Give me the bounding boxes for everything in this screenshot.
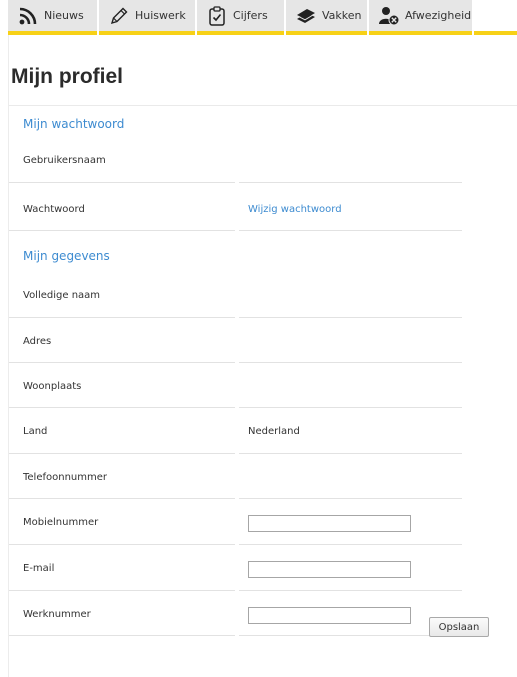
row-divider bbox=[9, 362, 235, 363]
work-number-input[interactable] bbox=[248, 607, 411, 624]
work-number-label: Werknummer bbox=[23, 609, 91, 620]
row-divider bbox=[9, 590, 235, 591]
tab-afwezigheid[interactable]: Afwezigheid bbox=[369, 0, 472, 35]
user-absent-icon bbox=[378, 5, 400, 27]
change-password-link[interactable]: Wijzig wachtwoord bbox=[248, 204, 342, 215]
main-navigation: Nieuws Huiswerk Cijfers Vakken Afwezighe… bbox=[0, 0, 517, 35]
books-icon bbox=[295, 5, 317, 27]
address-label: Adres bbox=[23, 336, 52, 347]
mobile-input[interactable] bbox=[248, 515, 411, 532]
row-divider bbox=[239, 590, 462, 591]
section-heading-password: Mijn wachtwoord bbox=[23, 117, 125, 131]
title-divider bbox=[9, 105, 517, 106]
row-divider bbox=[239, 453, 462, 454]
row-divider bbox=[239, 317, 462, 318]
row-divider bbox=[239, 182, 462, 183]
phone-label: Telefoonnummer bbox=[23, 472, 108, 483]
mobile-label: Mobielnummer bbox=[23, 517, 99, 528]
country-label: Land bbox=[23, 426, 48, 437]
full-name-label: Volledige naam bbox=[23, 290, 101, 301]
row-divider bbox=[9, 453, 235, 454]
country-value: Nederland bbox=[248, 426, 300, 437]
tab-huiswerk[interactable]: Huiswerk bbox=[99, 0, 195, 35]
row-divider bbox=[239, 362, 462, 363]
row-divider bbox=[9, 317, 235, 318]
row-divider bbox=[9, 635, 235, 636]
row-divider bbox=[9, 407, 235, 408]
tab-label: Afwezigheid bbox=[405, 9, 472, 22]
row-divider bbox=[239, 544, 462, 545]
row-divider bbox=[239, 230, 462, 231]
page-title: Mijn profiel bbox=[11, 65, 123, 88]
row-divider bbox=[239, 407, 462, 408]
city-label: Woonplaats bbox=[23, 381, 82, 392]
tab-bar-filler bbox=[474, 0, 517, 35]
rss-icon bbox=[17, 5, 39, 27]
row-divider bbox=[9, 182, 235, 183]
pencil-icon bbox=[108, 5, 130, 27]
row-divider bbox=[9, 230, 235, 231]
email-label: E-mail bbox=[23, 563, 55, 574]
tab-vakken[interactable]: Vakken bbox=[286, 0, 367, 35]
row-divider bbox=[9, 544, 235, 545]
row-divider bbox=[9, 498, 235, 499]
save-button[interactable]: Opslaan bbox=[429, 617, 489, 637]
tab-cijfers[interactable]: Cijfers bbox=[197, 0, 284, 35]
password-label: Wachtwoord bbox=[23, 204, 85, 215]
section-heading-details: Mijn gegevens bbox=[23, 249, 110, 263]
tab-label: Nieuws bbox=[44, 9, 84, 22]
tab-label: Cijfers bbox=[233, 9, 268, 22]
tab-label: Vakken bbox=[322, 9, 362, 22]
email-input[interactable] bbox=[248, 561, 411, 578]
username-label: Gebruikersnaam bbox=[23, 155, 106, 166]
checklist-icon bbox=[206, 5, 228, 27]
tab-label: Huiswerk bbox=[135, 9, 186, 22]
row-divider bbox=[239, 498, 462, 499]
tab-nieuws[interactable]: Nieuws bbox=[8, 0, 97, 35]
profile-panel: Mijn profiel Mijn wachtwoord Gebruikersn… bbox=[8, 35, 517, 677]
